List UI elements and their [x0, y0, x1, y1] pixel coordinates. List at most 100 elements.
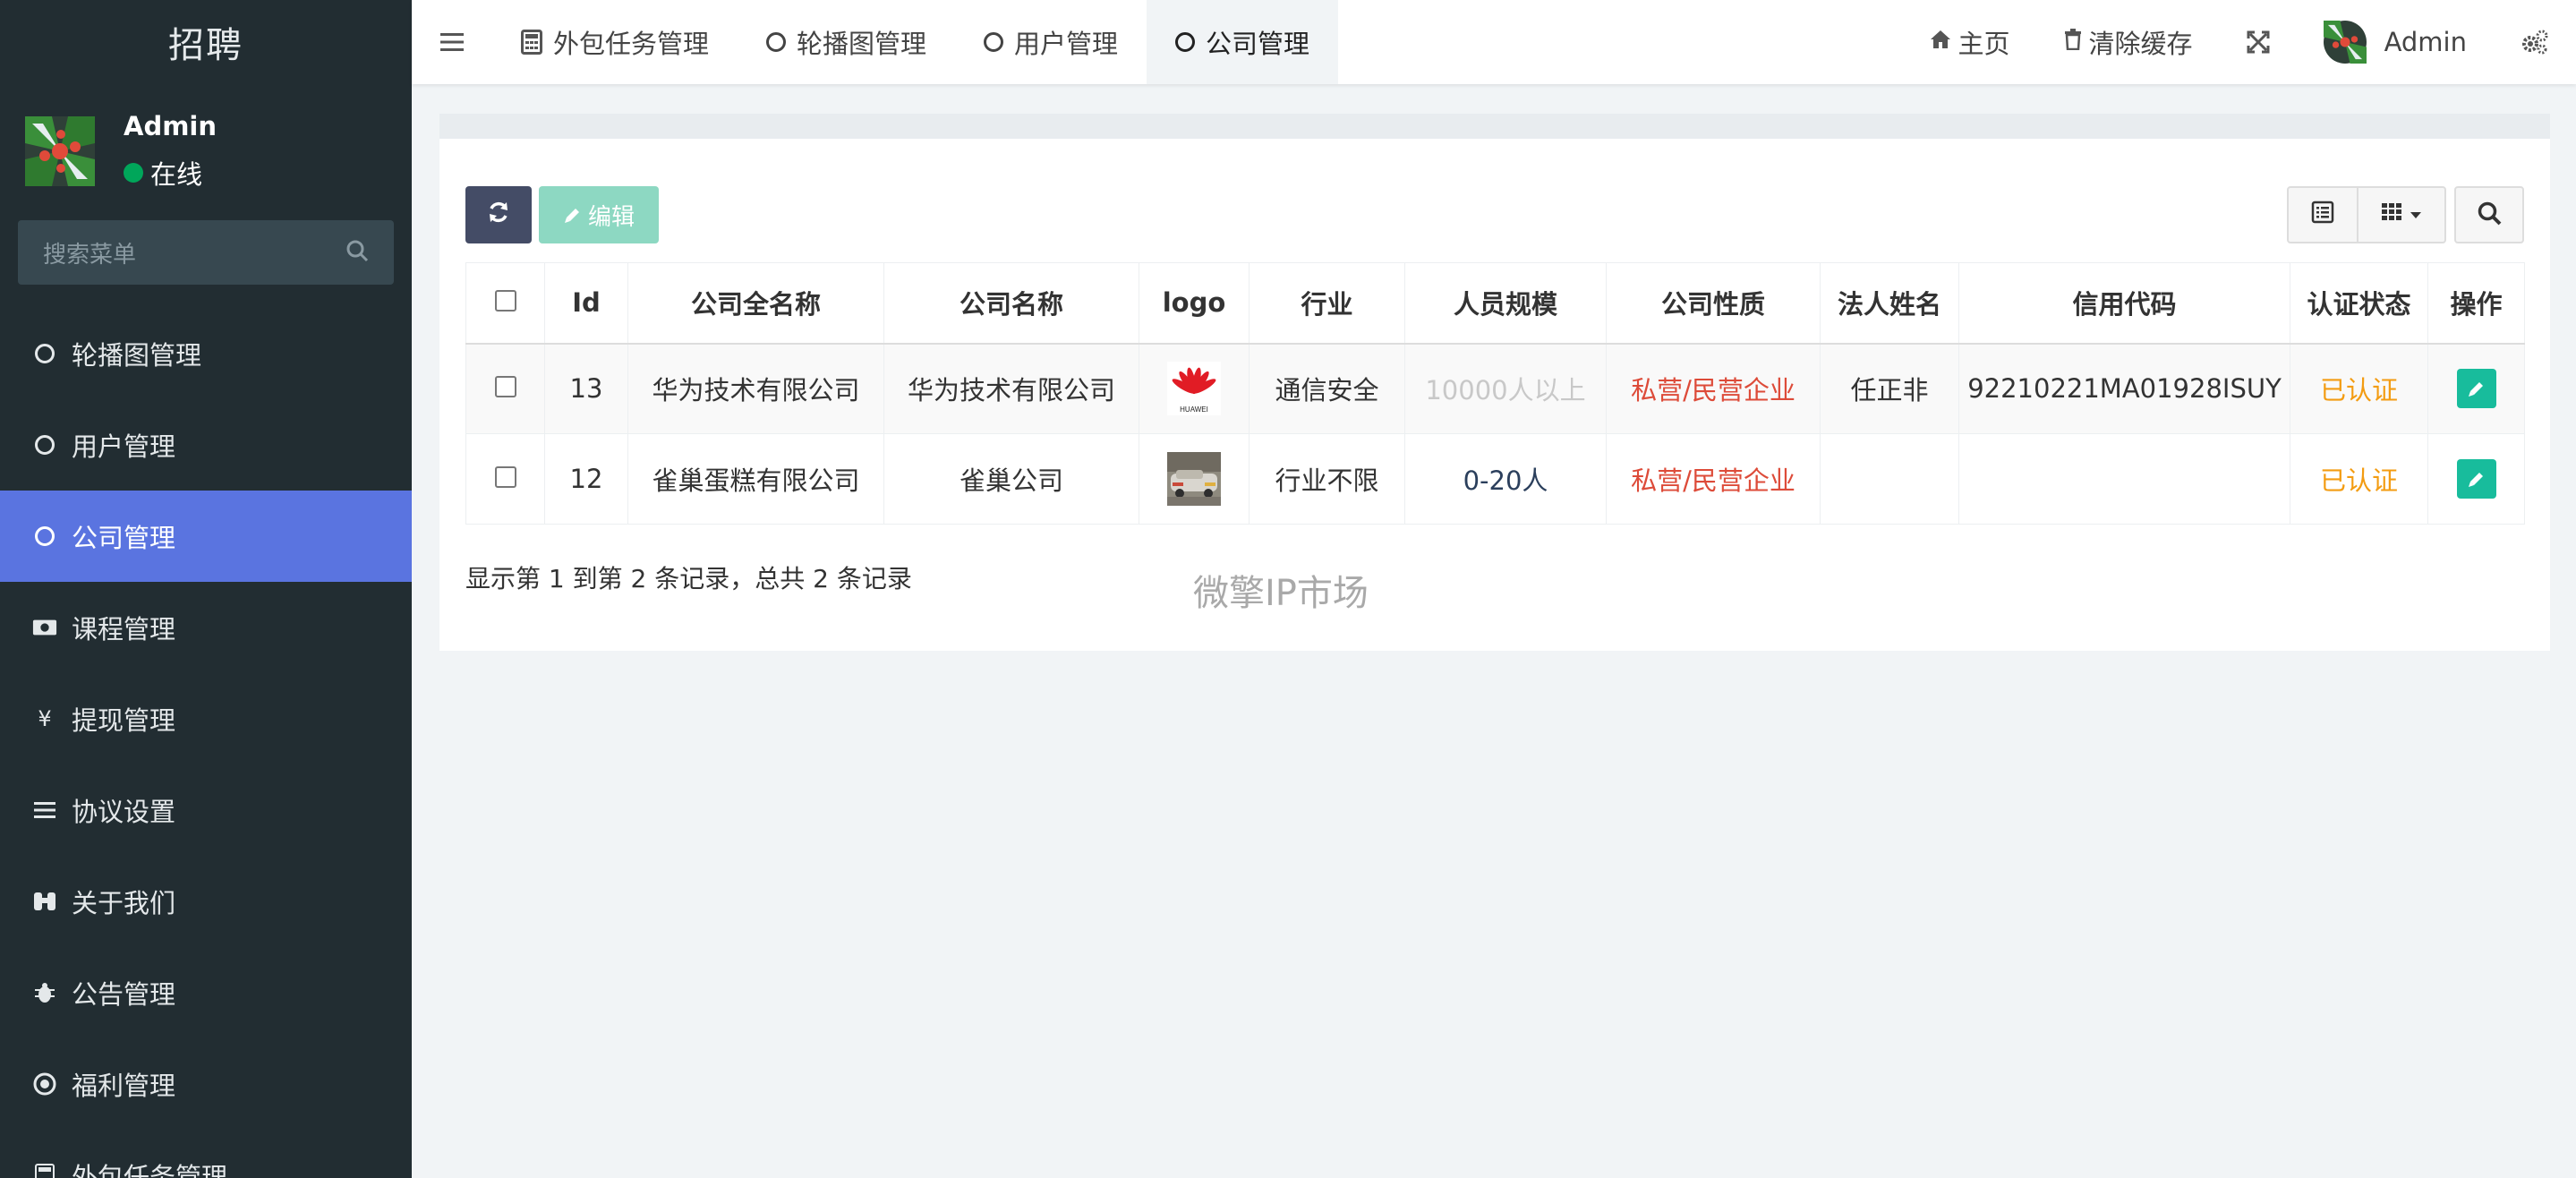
cell-size: 10000人以上 [1404, 343, 1607, 434]
circle-icon [1175, 32, 1196, 52]
tab-outsource[interactable]: 外包任务管理 [492, 0, 738, 84]
cell-logo: HUAWEI [1139, 343, 1250, 434]
refresh-button[interactable] [465, 186, 532, 243]
sidebar-item-notice[interactable]: 公告管理 [0, 947, 412, 1038]
panel-heading [439, 114, 2550, 139]
search-placeholder: 搜索菜单 [43, 241, 137, 269]
cell-status: 已认证 [2290, 343, 2428, 434]
tab-users[interactable]: 用户管理 [955, 0, 1147, 84]
row-checkbox[interactable] [494, 466, 516, 488]
online-status-icon [124, 163, 143, 183]
sidebar-item-company[interactable]: 公司管理 [0, 491, 412, 582]
avatar [25, 116, 95, 186]
tab-label: 轮播图管理 [797, 29, 927, 59]
select-all-checkbox[interactable] [494, 290, 516, 312]
column-header-nature[interactable]: 公司性质 [1606, 262, 1821, 345]
column-header-full-name[interactable]: 公司全名称 [627, 262, 884, 345]
sidebar-item-label: 公司管理 [72, 523, 176, 553]
row-edit-button[interactable] [2456, 369, 2496, 409]
home-icon [1930, 30, 1951, 55]
column-header-industry[interactable]: 行业 [1249, 262, 1405, 345]
avatar [2323, 21, 2367, 64]
edit-label: 编辑 [587, 203, 635, 231]
sidebar-item-label: 课程管理 [72, 614, 176, 644]
grid-icon [2381, 201, 2406, 229]
app-logo[interactable]: 招聘 [0, 0, 412, 84]
cell-nature: 私营/民营企业 [1606, 433, 1821, 525]
cell-status: 已认证 [2290, 433, 2428, 525]
edit-button[interactable]: 编辑 [539, 186, 659, 243]
columns-dropdown-button[interactable] [2357, 188, 2444, 242]
company-table: Id 公司全名称 公司名称 logo 行业 人员规模 公司性质 法人姓名 信用代… [465, 262, 2525, 525]
column-header-id[interactable]: Id [544, 262, 628, 345]
cell-id: 13 [544, 343, 628, 434]
cell-size: 0-20人 [1404, 433, 1607, 525]
cell-industry: 行业不限 [1249, 433, 1405, 525]
column-header-credit-code[interactable]: 信用代码 [1958, 262, 2290, 345]
cell-nature: 私营/民营企业 [1606, 343, 1821, 434]
column-header-logo[interactable]: logo [1139, 262, 1250, 345]
company-photo-thumbnail[interactable] [1167, 452, 1221, 506]
watermark: 微擎IP市场 [1193, 573, 1369, 614]
sidebar-item-outsource[interactable]: 外包任务管理 [0, 1130, 412, 1178]
sidebar-item-welfare[interactable]: 福利管理 [0, 1038, 412, 1130]
column-header-actions: 操作 [2427, 262, 2525, 345]
toggle-card-view-button[interactable] [2289, 188, 2357, 242]
user-name: Admin [124, 111, 218, 141]
table-search-button[interactable] [2454, 186, 2524, 243]
cell-id: 12 [544, 433, 628, 525]
settings-gears-icon[interactable] [2494, 30, 2576, 55]
sidebar-item-label: 提现管理 [72, 705, 176, 736]
money-icon [32, 618, 57, 637]
huawei-logo-text: HUAWEI [1180, 405, 1208, 414]
search-icon [2477, 201, 2502, 229]
clear-cache-button[interactable]: 清除缓存 [2037, 23, 2220, 61]
calculator-icon [32, 1164, 57, 1178]
sidebar-item-agreement[interactable]: 协议设置 [0, 764, 412, 856]
user-panel: Admin 在线 [0, 84, 412, 218]
table-row[interactable]: 13 华为技术有限公司 华为技术有限公司 HUAWEI 通信安全 10000人以… [465, 343, 2525, 434]
column-header-name[interactable]: 公司名称 [883, 262, 1139, 345]
cell-name: 雀巢公司 [883, 433, 1139, 525]
binoculars-icon [32, 891, 57, 912]
user-status: 在线 [124, 154, 217, 192]
admin-label: Admin [2384, 27, 2467, 57]
chrome-icon [32, 1072, 57, 1096]
tab-company[interactable]: 公司管理 [1147, 0, 1339, 84]
top-navbar: 外包任务管理 轮播图管理 用户管理 公司管理 主页 清除缓存 Admin [412, 0, 2576, 84]
select-all-checkbox-cell [465, 262, 545, 345]
row-edit-button[interactable] [2456, 459, 2496, 499]
cell-credit-code: 92210221MA01928ISUY [1958, 343, 2290, 434]
tab-banner[interactable]: 轮播图管理 [738, 0, 955, 84]
column-header-size[interactable]: 人员规模 [1404, 262, 1607, 345]
menu-toggle-icon[interactable] [412, 0, 492, 84]
yen-icon: ¥ [38, 706, 52, 731]
search-icon[interactable] [345, 239, 369, 266]
user-menu[interactable]: Admin [2297, 21, 2494, 64]
tab-label: 外包任务管理 [553, 29, 710, 59]
pagination-summary: 显示第 1 到第 2 条记录，总共 2 条记录 [465, 564, 912, 593]
fullscreen-icon[interactable] [2220, 30, 2297, 54]
sidebar-item-withdraw[interactable]: ¥ 提现管理 [0, 673, 412, 764]
column-header-legal-person[interactable]: 法人姓名 [1820, 262, 1959, 345]
trash-icon [2064, 29, 2082, 55]
sidebar-item-courses[interactable]: 课程管理 [0, 582, 412, 673]
view-toggle-group [2287, 186, 2446, 243]
cell-full-name: 雀巢蛋糕有限公司 [627, 433, 884, 525]
tab-label: 用户管理 [1014, 29, 1119, 59]
sidebar-item-label: 福利管理 [72, 1071, 176, 1101]
search-input[interactable]: 搜索菜单 [18, 220, 394, 285]
table-row[interactable]: 12 雀巢蛋糕有限公司 雀巢公司 行业不限 0-20人 私营/民营企业 已认证 [465, 433, 2525, 525]
sidebar-item-label: 轮播图管理 [72, 340, 202, 371]
sidebar-item-about[interactable]: 关于我们 [0, 856, 412, 947]
cell-logo [1139, 433, 1250, 525]
cell-name: 华为技术有限公司 [883, 343, 1139, 434]
huawei-logo[interactable]: HUAWEI [1167, 362, 1221, 416]
column-header-status[interactable]: 认证状态 [2290, 262, 2428, 345]
sidebar-item-users[interactable]: 用户管理 [0, 399, 412, 491]
row-checkbox[interactable] [494, 376, 516, 398]
home-link[interactable]: 主页 [1903, 23, 2037, 61]
clear-cache-label: 清除缓存 [2088, 29, 2193, 59]
sidebar-item-banner[interactable]: 轮播图管理 [0, 308, 412, 399]
tab-label: 公司管理 [1206, 29, 1310, 59]
